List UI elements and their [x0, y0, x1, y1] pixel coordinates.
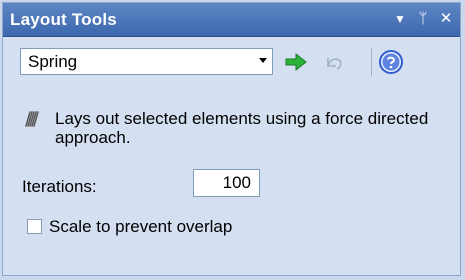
- undo-icon: [327, 58, 342, 70]
- pin-icon[interactable]: ᛘ: [414, 10, 432, 28]
- help-circle-icon: [379, 50, 403, 74]
- iterations-input[interactable]: [193, 169, 260, 197]
- toolbar-separator: [371, 48, 372, 76]
- panel-title: Layout Tools: [10, 10, 117, 29]
- close-icon[interactable]: ✕: [437, 10, 455, 28]
- help-button[interactable]: [378, 49, 404, 75]
- layout-algorithm-value: Spring: [28, 52, 78, 71]
- spring-coil-icon: [22, 109, 42, 129]
- panel-dropdown-icon[interactable]: ▼: [391, 10, 409, 28]
- scale-overlap-label[interactable]: Scale to prevent overlap: [49, 217, 232, 237]
- iterations-label: Iterations:: [22, 177, 97, 196]
- layout-algorithm-select[interactable]: Spring: [20, 48, 273, 75]
- chevron-down-icon[interactable]: [259, 58, 267, 63]
- layout-toolbar: Spring: [3, 37, 460, 81]
- layout-tools-panel: Layout Tools ▼ ᛘ ✕ Spring Lays out selec…: [2, 2, 461, 276]
- panel-title-bar[interactable]: Layout Tools ▼ ᛘ ✕: [3, 3, 460, 37]
- layout-description: Lays out selected elements using a force…: [55, 109, 429, 147]
- green-right-arrow-icon: [285, 52, 307, 72]
- run-layout-button[interactable]: [283, 49, 309, 75]
- scale-overlap-checkbox[interactable]: [27, 219, 42, 234]
- undo-layout-button[interactable]: [320, 49, 346, 75]
